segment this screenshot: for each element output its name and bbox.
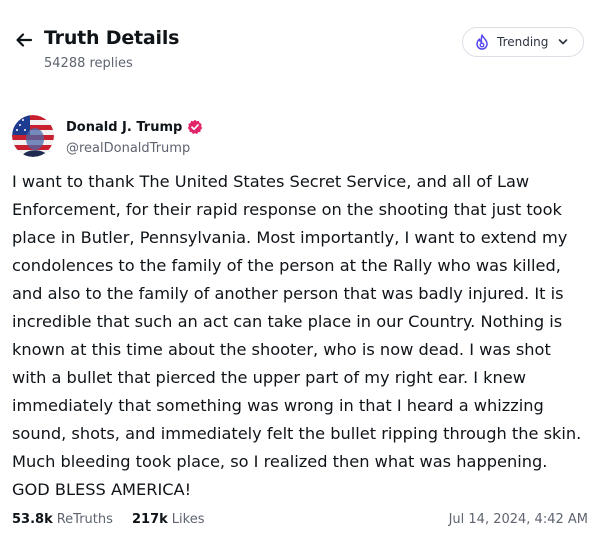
- likes-label: Likes: [171, 512, 205, 527]
- author-display-name: Donald J. Trump: [66, 119, 183, 135]
- arrow-left-icon: [16, 33, 33, 47]
- post-body: I want to thank The United States Secret…: [12, 172, 582, 499]
- retruths-stat[interactable]: 53.8k ReTruths: [12, 512, 113, 527]
- trending-label: Trending: [497, 35, 549, 49]
- retruths-count: 53.8k: [12, 512, 53, 527]
- likes-count: 217k: [132, 512, 168, 527]
- fire-icon: [476, 34, 488, 50]
- avatar[interactable]: [12, 115, 54, 157]
- trending-dropdown[interactable]: Trending: [462, 27, 584, 57]
- chevron-down-icon: [558, 38, 568, 46]
- retruths-label: ReTruths: [56, 512, 113, 527]
- author-name[interactable]: Donald J. Trump: [66, 119, 203, 135]
- author-handle[interactable]: @realDonaldTrump: [66, 141, 190, 156]
- back-button[interactable]: [12, 28, 36, 52]
- page-header: Truth Details 54288 replies Trending: [0, 0, 601, 90]
- page-title: Truth Details: [44, 27, 180, 49]
- verified-badge-icon: [187, 119, 203, 135]
- reply-count: 54288 replies: [44, 56, 133, 71]
- likes-stat[interactable]: 217k Likes: [132, 512, 205, 527]
- post-footer: 53.8k ReTruths 217k Likes Jul 14, 2024, 4:…: [12, 512, 588, 532]
- post-timestamp: Jul 14, 2024, 4:42 AM: [448, 512, 588, 527]
- post-author: Donald J. Trump @realDonaldTrump: [12, 115, 412, 159]
